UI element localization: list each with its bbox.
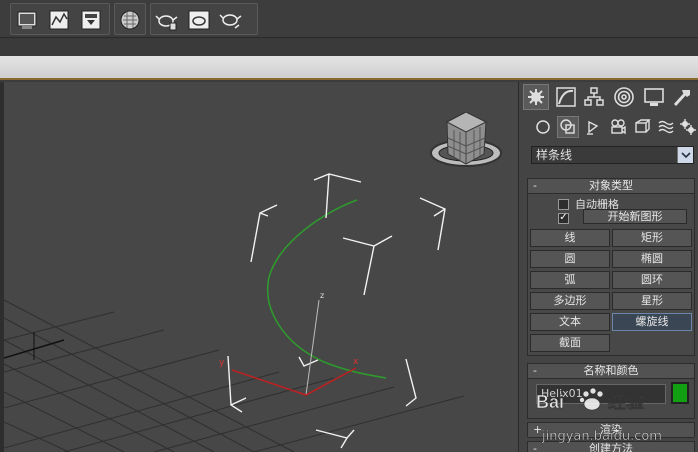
- cameras-icon[interactable]: [607, 116, 629, 138]
- shapes-icon[interactable]: [557, 116, 579, 138]
- object-type-title: 对象类型: [589, 179, 633, 192]
- create-icon[interactable]: [523, 84, 549, 110]
- name-color-rollout-header[interactable]: - 名称和颜色: [528, 364, 694, 379]
- start-new-shape-row[interactable]: ✓: [558, 211, 575, 225]
- axis-z-label: z: [320, 291, 324, 300]
- render-teapots-group: [150, 3, 258, 35]
- rendered-frame-window-icon[interactable]: [47, 8, 71, 32]
- create-category-tabs: [519, 114, 698, 140]
- teapot-render-icon[interactable]: [155, 8, 179, 32]
- watermark-jingyan-text: 经验: [608, 391, 645, 413]
- teapot-activeshade-icon[interactable]: [219, 8, 243, 32]
- spacewarps-icon[interactable]: [655, 116, 677, 138]
- modify-icon[interactable]: [553, 84, 579, 110]
- line-button[interactable]: 线: [530, 229, 610, 247]
- motion-icon[interactable]: [611, 84, 637, 110]
- render-setup-icon[interactable]: [15, 8, 39, 32]
- material-editor-icon[interactable]: [118, 8, 142, 32]
- helix-spline[interactable]: [267, 199, 387, 379]
- perspective-viewport[interactable]: z y x: [4, 82, 518, 452]
- paw-logo-icon: [579, 387, 604, 411]
- autogrid-checkbox[interactable]: [558, 198, 569, 210]
- star-button[interactable]: 星形: [612, 292, 692, 310]
- display-icon[interactable]: [641, 84, 667, 110]
- main-toolbar: [0, 0, 698, 38]
- start-new-shape-button[interactable]: 开始新图形: [583, 209, 687, 224]
- ellipse-button[interactable]: 椭圆: [612, 250, 692, 268]
- viewcube[interactable]: [430, 111, 502, 167]
- ngon-button[interactable]: 多边形: [530, 292, 610, 310]
- home-grid: [4, 299, 465, 452]
- donut-button[interactable]: 圆环: [612, 271, 692, 289]
- category-dropdown[interactable]: 样条线: [531, 146, 694, 164]
- text-button[interactable]: 文本: [530, 313, 610, 331]
- name-color-title: 名称和颜色: [583, 364, 639, 377]
- helpers-icon[interactable]: [631, 116, 653, 138]
- collapse-sign: -: [533, 364, 537, 377]
- utilities-icon[interactable]: [669, 84, 695, 110]
- viewport-scene: z y x: [4, 111, 502, 452]
- rectangle-button[interactable]: 矩形: [612, 229, 692, 247]
- command-panel-tabs: [519, 82, 698, 112]
- hierarchy-icon[interactable]: [581, 84, 607, 110]
- transform-gizmo[interactable]: z y x: [219, 291, 359, 396]
- object-type-rollout: - 对象类型 自动栅格 ✓ 开始新图形 线 矩形 圆 椭圆 弧 圆环 多边形 星…: [527, 178, 695, 356]
- arc-button[interactable]: 弧: [530, 271, 610, 289]
- object-type-rollout-header[interactable]: - 对象类型: [528, 179, 694, 194]
- category-dropdown-value: 样条线: [536, 148, 573, 162]
- toolbar-spacer: [0, 38, 698, 56]
- axis-y-label: y: [219, 358, 225, 368]
- chevron-down-icon[interactable]: [677, 147, 693, 163]
- material-toolbar-group: [114, 3, 146, 35]
- axis-x-label: x: [353, 357, 359, 367]
- start-new-shape-checkbox[interactable]: ✓: [558, 212, 569, 224]
- section-button[interactable]: 截面: [530, 334, 610, 352]
- baidu-jingyan-watermark: Bai 经验 jingyan.baidu.com: [536, 382, 686, 452]
- helix-button[interactable]: 螺旋线: [612, 313, 692, 331]
- circle-button[interactable]: 圆: [530, 250, 610, 268]
- selection-bracket-corners: [227, 173, 446, 449]
- watermark-bai-text: Bai: [536, 392, 564, 412]
- geometry-icon[interactable]: [532, 116, 554, 138]
- lights-icon[interactable]: [582, 116, 604, 138]
- collapse-sign: -: [533, 179, 537, 192]
- render-toolbar-group: [10, 3, 110, 35]
- teapot-production-icon[interactable]: [187, 8, 211, 32]
- render-to-texture-icon[interactable]: [79, 8, 103, 32]
- viewport-title-strip: [0, 56, 698, 80]
- watermark-url: jingyan.baidu.com: [541, 429, 662, 444]
- systems-icon[interactable]: [677, 116, 698, 138]
